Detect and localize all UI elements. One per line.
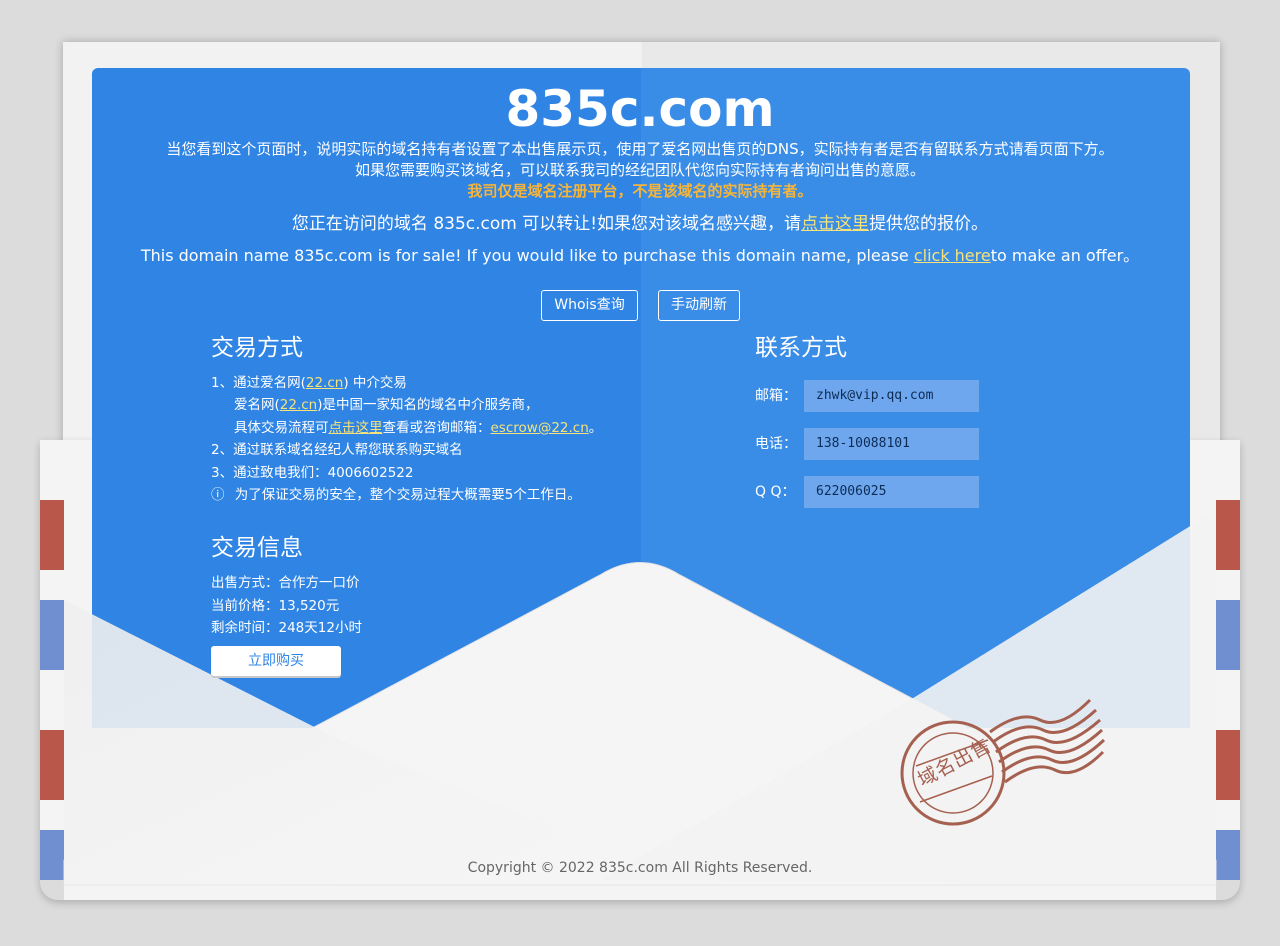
trade-method-item-1c: 具体交易流程可点击这里查看或咨询邮箱：escrow@22.cn。 (234, 417, 602, 439)
item1c-end: 。 (588, 420, 603, 436)
item1c-link[interactable]: 点击这里 (329, 420, 383, 436)
offer-text-cn: 您正在访问的域名 835c.com 可以转让!如果您对该域名感兴趣，请点击这里提… (0, 212, 1280, 236)
phone-field[interactable]: 138-10088101 (804, 428, 979, 460)
item1b-prefix: 爱名网( (234, 397, 280, 413)
email-field[interactable]: zhwk@vip.qq.com (804, 380, 979, 412)
offer-cn-link[interactable]: 点击这里 (801, 214, 869, 234)
trade-info-heading: 交易信息 (211, 535, 303, 561)
trade-method-item-3: 3、通过致电我们：4006602522 (211, 465, 414, 481)
offer-en-link[interactable]: click here (914, 246, 991, 265)
offer-cn-after: 提供您的报价。 (869, 214, 989, 234)
escrow-email-link[interactable]: escrow@22.cn (491, 420, 589, 436)
contact-heading: 联系方式 (755, 335, 847, 361)
notice-warning: 我司仅是域名注册平台，不是该域名的实际持有者。 (467, 182, 813, 200)
current-price: 当前价格：13,520元 (211, 598, 340, 614)
item1-link[interactable]: 22.cn (306, 375, 343, 391)
page: 835c.com 当您看到这个页面时，说明实际的域名持有者设置了本出售展示页，使… (0, 0, 1280, 946)
trade-method-item-1b: 爱名网(22.cn)是中国一家知名的域名中介服务商， (234, 394, 539, 416)
info-icon: ⓘ (211, 487, 225, 503)
trade-method-heading: 交易方式 (211, 335, 303, 361)
item1c-prefix: 具体交易流程可 (234, 420, 329, 436)
offer-en-before: This domain name 835c.com is for sale! I… (140, 246, 914, 265)
whois-button[interactable]: Whois查询 (541, 290, 638, 321)
item1-suffix: ) 中介交易 (343, 375, 407, 391)
offer-text-en: This domain name 835c.com is for sale! I… (0, 245, 1280, 267)
notice-line-2: 如果您需要购买该域名，可以联系我司的经纪团队代您向实际持有者询问出售的意愿。 (354, 161, 925, 179)
qq-label: Q Q： (755, 484, 796, 500)
offer-cn-before: 您正在访问的域名 835c.com 可以转让!如果您对该域名感兴趣，请 (291, 214, 802, 234)
sale-method: 出售方式：合作方一口价 (211, 575, 360, 591)
item1b-link[interactable]: 22.cn (280, 397, 317, 413)
qq-field[interactable]: 622006025 (804, 476, 979, 508)
remaining-time: 剩余时间：248天12小时 (211, 620, 362, 636)
phone-label: 电话： (755, 436, 797, 452)
email-label: 邮箱： (755, 388, 797, 404)
refresh-button[interactable]: 手动刷新 (658, 290, 740, 321)
copyright-footer: Copyright © 2022 835c.com All Rights Res… (467, 860, 813, 876)
item1c-mid: 查看或咨询邮箱： (382, 420, 491, 436)
item1-prefix: 1、通过爱名网( (211, 375, 306, 391)
trade-method-item-2: 2、通过联系域名经纪人帮您联系购买域名 (211, 442, 463, 458)
trade-method-item-1: 1、通过爱名网(22.cn) 中介交易 (211, 372, 407, 394)
domain-title: 835c.com (505, 80, 775, 138)
postmark-stamp-icon (900, 698, 1106, 826)
offer-en-after: to make an offer。 (990, 246, 1140, 265)
buy-now-button[interactable]: 立即购买 (211, 646, 341, 676)
item1b-suffix: )是中国一家知名的域名中介服务商， (317, 397, 539, 413)
trade-method-notice: ⓘ 为了保证交易的安全，整个交易过程大概需要5个工作日。 (211, 484, 581, 506)
notice-line-1: 当您看到这个页面时，说明实际的域名持有者设置了本出售展示页，使用了爱名网出售页的… (166, 140, 1114, 158)
notice-text: 为了保证交易的安全，整个交易过程大概需要5个工作日。 (234, 487, 581, 503)
